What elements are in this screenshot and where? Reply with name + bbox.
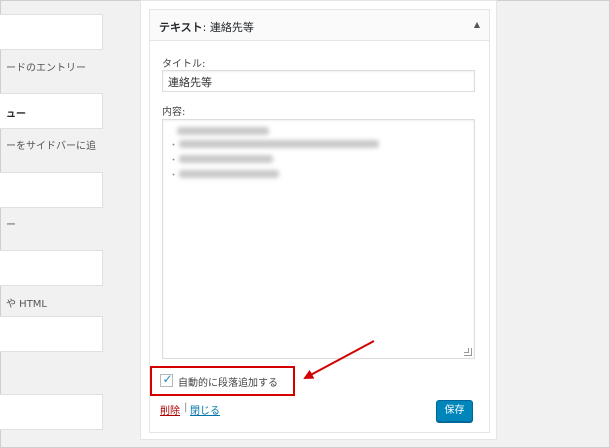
annotation-arrow-icon — [303, 340, 375, 379]
